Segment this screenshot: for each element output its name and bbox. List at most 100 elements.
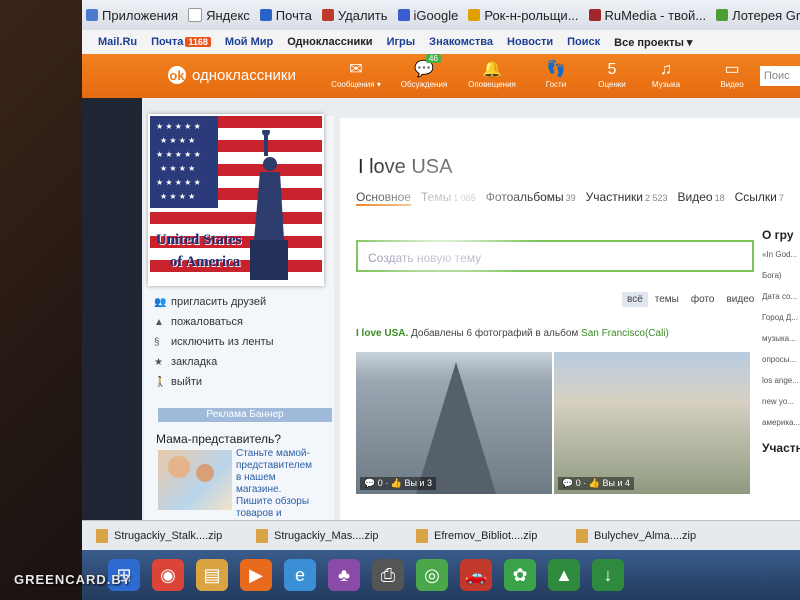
news-link[interactable]: Новости	[507, 36, 553, 48]
about-tag[interactable]: los ange...	[762, 376, 800, 385]
tab-main[interactable]: Основное	[356, 190, 411, 206]
mail-icon	[259, 9, 272, 21]
filter-all[interactable]: всё	[622, 292, 648, 307]
download-icon[interactable]: ↓	[592, 559, 624, 591]
bookmark-delete[interactable]: Удалить	[321, 8, 388, 23]
tab-photo-albums[interactable]: Фотоальбомы 39	[486, 190, 576, 206]
search-link[interactable]: Поиск	[567, 36, 600, 48]
members-heading: Участн	[762, 441, 800, 455]
games-icon[interactable]: ♣	[328, 559, 360, 591]
tab-topics[interactable]: Темы 1 065	[421, 190, 476, 206]
car-icon[interactable]: 🚗	[460, 559, 492, 591]
chrome-icon[interactable]: ◉	[152, 559, 184, 591]
invite-friends-link[interactable]: 👥 пригласить друзей	[154, 292, 274, 312]
ok-logo[interactable]: ok одноклассники	[168, 66, 296, 84]
envelope-icon: ✉	[349, 61, 363, 78]
about-item: «In God...	[762, 250, 798, 259]
about-item: Дата со...	[762, 292, 798, 301]
media-player-icon[interactable]: ▶	[240, 559, 272, 591]
about-tag[interactable]: музыка...	[762, 334, 800, 343]
rumedia-icon	[588, 9, 601, 21]
leave-group-link[interactable]: 🚶 выйти	[154, 372, 274, 392]
ie-icon[interactable]: e	[284, 559, 316, 591]
promo-title[interactable]: Мама-представитель?	[156, 432, 281, 446]
all-projects-dropdown[interactable]: Все проекты ▾	[614, 36, 692, 49]
about-group-column: О гру «In God... Бога) Дата со... Город …	[762, 228, 800, 463]
download-item[interactable]: Efremov_Bibliot....zip	[416, 529, 572, 543]
about-tag[interactable]: америка...	[762, 418, 800, 427]
bookmark-mail[interactable]: Почта	[259, 8, 312, 23]
tab-links[interactable]: Ссылки 7	[735, 190, 784, 206]
delete-icon	[321, 9, 334, 21]
footprints-icon: 👣	[546, 61, 566, 78]
filter-photos[interactable]: фото	[686, 292, 720, 307]
comment-icon: 💬	[562, 478, 576, 488]
star-icon: ★	[154, 356, 163, 368]
nav-messages[interactable]: ✉ Сообщения ▾	[328, 60, 384, 89]
exclude-from-feed-link[interactable]: § исключить из ленты	[154, 332, 274, 352]
maps-icon[interactable]: ◎	[416, 559, 448, 591]
nav-video[interactable]: ▭ Видео	[704, 60, 760, 89]
printer-icon[interactable]: ⎙	[372, 559, 404, 591]
feed-album-link[interactable]: San Francisco(Cali)	[581, 328, 669, 339]
zip-file-icon	[256, 529, 268, 543]
new-topic-input[interactable]: Создать новую тему	[356, 240, 754, 272]
ok-header: ok одноклассники ✉ Сообщения ▾ 💬 46 Обсужден…	[82, 54, 800, 98]
mail-link[interactable]: Почта 1168	[151, 36, 211, 48]
nav-discussions[interactable]: 💬 46 Обсуждения	[396, 54, 452, 89]
games-link[interactable]: Игры	[387, 36, 416, 48]
nav-ratings[interactable]: 5 Оценки	[584, 60, 640, 89]
bookmark-igoogle[interactable]: iGoogle	[397, 8, 458, 23]
odnoklassniki-link[interactable]: Одноклассники	[287, 36, 372, 48]
ok-logo-icon: ok	[168, 66, 186, 84]
nav-notifications[interactable]: 🔔 Оповещения	[464, 60, 520, 89]
my-world-link[interactable]: Мой Мир	[225, 36, 273, 48]
zip-file-icon	[576, 529, 588, 543]
chat-icon: 💬	[414, 61, 434, 78]
page-icon	[188, 8, 203, 22]
bookmark-link[interactable]: ★ закладка	[154, 352, 274, 372]
feed-photo-city[interactable]: 💬 0 · 👍 Вы и 4	[554, 352, 750, 494]
nav-music[interactable]: ♫ Музыка	[638, 60, 694, 89]
tab-members[interactable]: Участники 2 523	[586, 190, 668, 206]
about-tag[interactable]: new yo...	[762, 397, 800, 406]
bookmark-yandex[interactable]: Яндекс	[188, 8, 250, 23]
bookmark-lottery[interactable]: Лотерея Gr...	[716, 8, 800, 23]
download-item[interactable]: Strugackiy_Stalk....zip	[96, 529, 252, 543]
download-item[interactable]: Strugackiy_Mas....zip	[256, 529, 412, 543]
feed-group-link[interactable]: I love USA.	[356, 328, 408, 339]
about-tag[interactable]: опросы...	[762, 355, 800, 364]
download-item[interactable]: Bulychev_Alma....zip	[576, 529, 732, 543]
flag-canton: ★ ★ ★ ★ ★ ★ ★ ★ ★ ★ ★ ★ ★ ★ ★ ★ ★ ★ ★ ★ …	[150, 116, 218, 208]
apps-icon	[86, 9, 98, 21]
bookmark-rumedia[interactable]: RuMedia - твой...	[588, 8, 706, 23]
like-icon: 👍	[390, 478, 405, 488]
icq-icon[interactable]: ✿	[504, 559, 536, 591]
bookmark-rock[interactable]: Рок-н-рольщи...	[468, 8, 579, 23]
feed-item-header: I love USA. Добавлены 6 фотографий в аль…	[356, 328, 669, 339]
tab-videos[interactable]: Видео 18	[678, 190, 725, 206]
tree-icon[interactable]: ▲	[548, 559, 580, 591]
feed-photo-street[interactable]: 💬 0 · 👍 Вы и 3	[356, 352, 552, 494]
explorer-icon[interactable]: ▤	[196, 559, 228, 591]
watermark: GREENCARD.BY	[14, 572, 132, 587]
ad-banner-label[interactable]: Реклама Баннер	[158, 408, 332, 422]
mailru-link[interactable]: Mail.Ru	[98, 36, 137, 48]
about-group-heading: О гру	[762, 228, 794, 242]
like-icon: 👍	[588, 478, 603, 488]
report-link[interactable]: ▲ пожаловаться	[154, 312, 274, 332]
filter-topics[interactable]: темы	[650, 292, 684, 307]
bookmark-apps[interactable]: Приложения	[86, 8, 178, 23]
igoogle-icon	[397, 9, 410, 21]
zip-file-icon	[96, 529, 108, 543]
nav-guests[interactable]: 👣 Гости	[528, 60, 584, 89]
group-title: I love USA	[358, 156, 453, 178]
filter-videos[interactable]: видео	[721, 292, 759, 307]
promo-image[interactable]	[158, 450, 232, 510]
ok-search-input[interactable]: Поис	[760, 66, 800, 86]
rock-icon	[468, 9, 481, 21]
downloads-bar: Strugackiy_Stalk....zip Strugackiy_Mas..…	[82, 520, 800, 551]
photo-road-shape	[416, 362, 496, 494]
dating-link[interactable]: Знакомства	[429, 36, 493, 48]
group-avatar[interactable]: ★ ★ ★ ★ ★ ★ ★ ★ ★ ★ ★ ★ ★ ★ ★ ★ ★ ★ ★ ★ …	[148, 114, 324, 286]
